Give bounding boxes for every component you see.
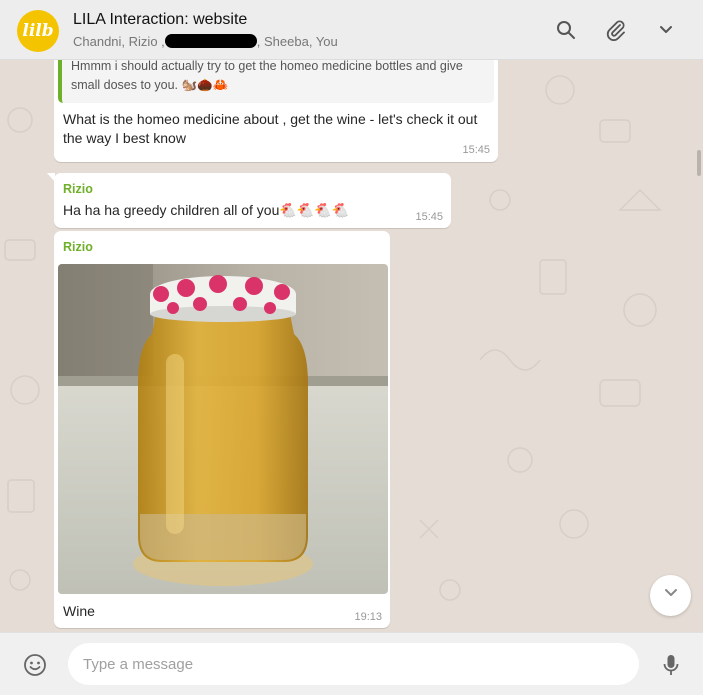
redaction-mark: [164, 34, 257, 48]
quoted-message[interactable]: Hmmm i should actually try to get the ho…: [58, 60, 494, 103]
image-message-bubble[interactable]: Rizio Wine 19:13: [54, 231, 390, 628]
image-caption: Wine: [63, 603, 95, 619]
search-icon[interactable]: [554, 18, 578, 42]
attach-icon[interactable]: [604, 18, 628, 42]
message-bubble[interactable]: Hmmm i should actually try to get the ho…: [54, 60, 498, 162]
message-bubble[interactable]: Rizio Ha ha ha greedy children all of yo…: [47, 173, 451, 228]
chevron-down-icon: [664, 586, 678, 605]
avatar-logo-text: lilb: [22, 21, 54, 41]
quoted-message-text: Hmmm i should actually try to get the ho…: [71, 60, 463, 92]
scroll-down-button[interactable]: [650, 575, 691, 616]
sender-name[interactable]: Rizio: [63, 182, 93, 196]
participants-after: , Sheeba, You: [256, 34, 338, 49]
message-text: Ha ha ha greedy children all of you🐔🐔🐔🐔: [63, 202, 350, 218]
microphone-icon[interactable]: [658, 652, 684, 678]
scrollbar[interactable]: [697, 150, 701, 176]
message-time: 19:13: [354, 611, 382, 623]
jar-of-wine-photo[interactable]: [58, 264, 388, 594]
message-composer: [0, 632, 703, 695]
group-avatar[interactable]: lilb: [17, 10, 59, 52]
emoji-icon[interactable]: [22, 652, 48, 678]
bubble-tail: [47, 173, 55, 182]
message-time: 15:45: [415, 211, 443, 223]
participants-list: Chandni, Rizio , , Sheeba, You: [73, 34, 338, 49]
chat-header: lilb LILA Interaction: website Chandni, …: [0, 0, 703, 60]
message-input[interactable]: [68, 643, 639, 685]
participants-before: Chandni, Rizio ,: [73, 34, 165, 49]
chat-title[interactable]: LILA Interaction: website: [73, 11, 247, 29]
message-time: 15:45: [462, 144, 490, 156]
sender-name[interactable]: Rizio: [63, 240, 93, 254]
message-list[interactable]: Hmmm i should actually try to get the ho…: [0, 60, 703, 632]
message-text: What is the homeo medicine about , get t…: [63, 111, 478, 146]
menu-chevron-icon[interactable]: [654, 18, 678, 42]
